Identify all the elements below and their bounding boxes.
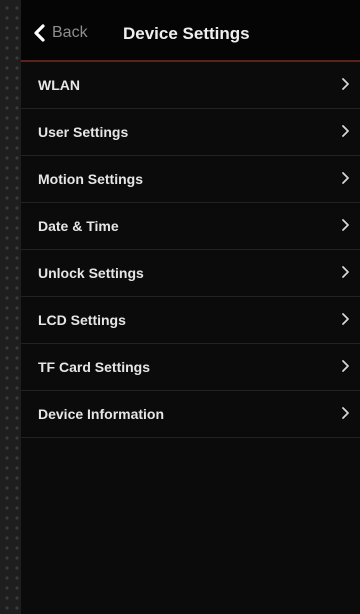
menu-item-date-time[interactable]: Date & Time <box>21 203 360 250</box>
menu-item-tf-card-settings[interactable]: TF Card Settings <box>21 344 360 391</box>
menu-item-lcd-settings[interactable]: LCD Settings <box>21 297 360 344</box>
back-label: Back <box>52 24 88 41</box>
chevron-right-icon <box>342 313 349 325</box>
menu-item-label: Device Information <box>38 406 165 422</box>
menu-item-unlock-settings[interactable]: Unlock Settings <box>21 250 360 297</box>
menu-item-label: LCD Settings <box>38 312 126 328</box>
menu-item-label: WLAN <box>38 77 80 93</box>
chevron-right-icon <box>342 407 349 419</box>
chevron-right-icon <box>342 219 349 231</box>
chevron-right-icon <box>342 360 349 372</box>
menu-item-user-settings[interactable]: User Settings <box>21 109 360 156</box>
chevron-right-icon <box>342 125 349 137</box>
menu-item-label: User Settings <box>38 124 129 140</box>
chevron-right-icon <box>342 266 349 278</box>
settings-menu: WLAN User Settings Motion Settings Date … <box>21 62 360 438</box>
menu-item-label: Motion Settings <box>38 171 143 187</box>
page-title: Device Settings <box>123 24 250 43</box>
menu-item-label: TF Card Settings <box>38 359 151 375</box>
menu-item-wlan[interactable]: WLAN <box>21 62 360 109</box>
chevron-left-icon <box>34 24 45 42</box>
chevron-right-icon <box>342 172 349 184</box>
menu-item-label: Date & Time <box>38 218 119 234</box>
menu-item-label: Unlock Settings <box>38 265 144 281</box>
menu-item-motion-settings[interactable]: Motion Settings <box>21 156 360 203</box>
back-button[interactable]: Back <box>30 22 88 44</box>
chevron-right-icon <box>342 78 349 90</box>
nav-header: Back Device Settings <box>21 0 360 62</box>
menu-item-device-information[interactable]: Device Information <box>21 391 360 438</box>
